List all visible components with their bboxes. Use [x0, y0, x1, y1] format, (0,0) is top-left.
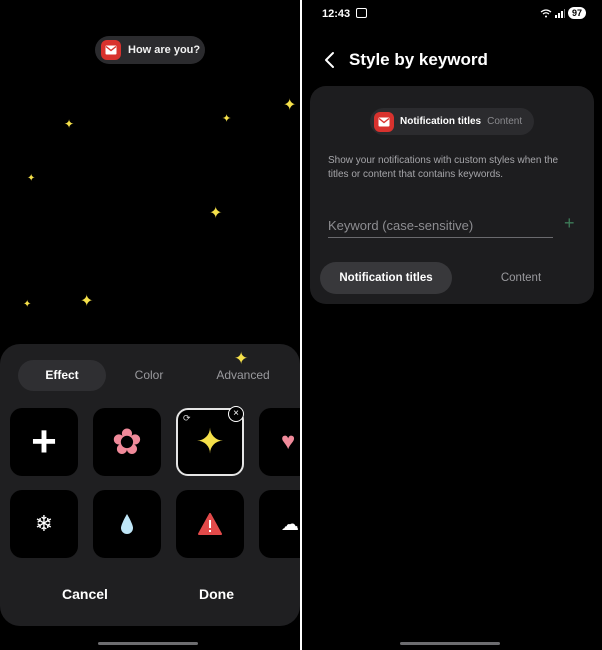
cloud-icon: ☁: [281, 514, 299, 534]
battery-icon: 97: [567, 7, 586, 19]
effect-sparkle-tile[interactable]: ⟳ × ✦: [176, 406, 244, 476]
done-button[interactable]: Done: [199, 586, 234, 602]
effect-cloud-tile[interactable]: ☁: [259, 490, 300, 558]
mail-icon: [101, 40, 121, 60]
flower-icon: ✿: [111, 421, 143, 462]
sparkle-icon: ✦: [209, 205, 223, 222]
close-icon[interactable]: ×: [228, 406, 244, 422]
sparkle-icon: ✦: [234, 349, 249, 368]
tab-effect[interactable]: Effect: [18, 360, 106, 391]
segment-content[interactable]: Content: [460, 262, 582, 294]
effect-picker-sheet: Effect Color Advanced + ✿ ⟳ × ✦ ♥ ❄ ☁ Ca…: [0, 344, 300, 626]
sparkle-icon: ✦: [222, 113, 232, 125]
pill-title: Notification titles: [400, 116, 482, 127]
effect-add-tile[interactable]: +: [10, 408, 78, 476]
mail-icon: [374, 111, 394, 132]
keyword-input[interactable]: [328, 214, 553, 238]
heart-icon: ♥: [281, 428, 296, 455]
tab-color[interactable]: Color: [113, 360, 185, 391]
snowflake-icon: ❄: [34, 511, 54, 536]
style-by-keyword-panel: 12:43 97 Style by keyword Notification t…: [302, 0, 602, 650]
screenshot-icon: [356, 8, 367, 18]
page-title: Style by keyword: [349, 50, 488, 69]
effect-alert-tile[interactable]: [176, 490, 244, 558]
gesture-bar: [400, 642, 500, 645]
keyword-settings-card: Notification titles Content Show your no…: [310, 86, 594, 304]
droplet-icon: [121, 514, 133, 534]
effect-snowflake-tile[interactable]: ❄: [10, 490, 78, 558]
gesture-bar: [98, 642, 198, 645]
sparkle-icon: ✦: [195, 423, 225, 461]
effect-flower-tile[interactable]: ✿: [93, 408, 161, 476]
sparkle-icon: ✦: [80, 293, 94, 310]
style-preview-pill: Notification titles Content: [370, 108, 535, 135]
segment-notification-titles[interactable]: Notification titles: [320, 262, 452, 294]
match-target-segmented-control: Notification titles Content: [320, 262, 582, 294]
status-indicators: 97: [540, 7, 586, 19]
back-icon[interactable]: [322, 50, 338, 70]
add-keyword-button[interactable]: +: [564, 214, 575, 232]
refresh-icon[interactable]: ⟳: [183, 413, 191, 424]
effect-droplet-tile[interactable]: [93, 490, 161, 558]
description-text: Show your notifications with custom styl…: [328, 155, 559, 180]
plus-icon: +: [31, 417, 57, 466]
notification-preview-pill: How are you?: [95, 36, 205, 64]
alert-icon: [198, 513, 222, 535]
status-time: 12:43: [322, 8, 351, 20]
effect-heart-tile[interactable]: ♥: [259, 408, 300, 476]
cancel-button[interactable]: Cancel: [62, 586, 108, 602]
effect-preview-panel: How are you? ✦ ✦ ✦ ✦ ✦ ✦ ✦ ✦ Effect Colo…: [0, 0, 300, 650]
wifi-icon: [540, 8, 552, 17]
sparkle-icon: ✦: [27, 173, 36, 184]
sparkle-icon: ✦: [64, 117, 75, 131]
sparkle-icon: ✦: [23, 299, 32, 310]
sparkle-icon: ✦: [283, 97, 297, 114]
preview-message-text: How are you?: [128, 44, 201, 56]
pill-content: Content: [487, 116, 523, 127]
signal-icon: [554, 8, 565, 18]
